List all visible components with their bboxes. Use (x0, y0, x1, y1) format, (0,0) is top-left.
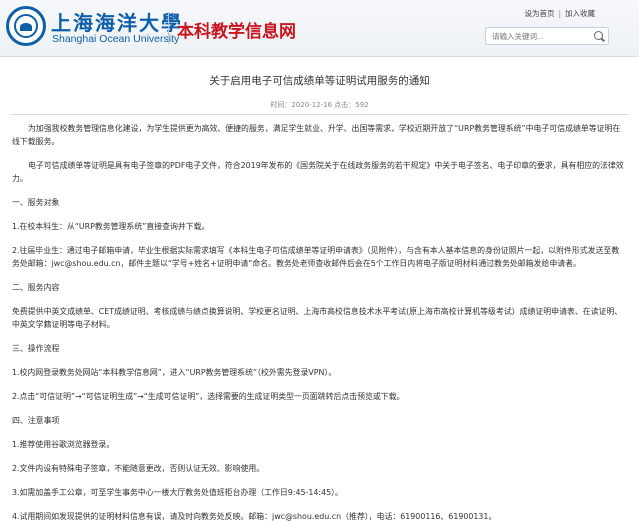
list-item: 2.点击“可信证明”→“可信证明生成”→“生成可信证明”，选择需要的生成证明类型… (12, 390, 627, 403)
article-container: 关于启用电子可信成绩单等证明试用服务的通知 时间：2020-12-16 点击：5… (10, 58, 629, 486)
top-links: 设为首页 | 加入收藏 (524, 8, 595, 19)
university-name-cn[interactable]: 上海海洋大學 (51, 7, 183, 36)
search-box (485, 27, 609, 45)
site-header: 上海海洋大學 Shanghai Ocean University 本科教学信息网… (0, 0, 639, 57)
list-item: 4.试用期间如发现提供的证明材料信息有误，请及时向教务处反映。邮箱：jwc@sh… (12, 510, 627, 523)
university-emblem-icon[interactable] (6, 6, 46, 46)
article-body: 为加强我校教务管理信息化建设，为学生提供更为高效、便捷的服务，满足学生就业、升学… (10, 122, 629, 523)
list-item: 2.往届毕业生：通过电子邮箱申请，毕业生根据实际需求填写《本科生电子可信成绩单等… (12, 244, 627, 270)
list-item: 2.文件内设有特殊电子签章，不能随意更改，否则认证无效、影响使用。 (12, 462, 627, 475)
list-item: 1.推荐使用谷歌浏览器登录。 (12, 438, 627, 451)
list-item: 3.如需加盖手工公章，可至学生事务中心一楼大厅教务处值班柜台办理（工作日9:45… (12, 486, 627, 499)
site-title[interactable]: 本科教学信息网 (177, 17, 296, 42)
link-separator: | (558, 9, 561, 18)
article-meta: 时间：2020-12-16 点击：592 (10, 100, 629, 110)
list-item: 免费提供中英文成绩单、CET成绩证明、考核成绩与绩点换算说明、学校更名证明、上海… (12, 305, 627, 331)
bookmark-link[interactable]: 加入收藏 (565, 9, 595, 18)
section-heading: 四、注意事项 (12, 414, 627, 427)
logo-divider (168, 12, 169, 44)
article-title: 关于启用电子可信成绩单等证明试用服务的通知 (10, 73, 629, 88)
section-heading: 三、操作流程 (12, 342, 627, 355)
legal-paragraph: 电子可信成绩单等证明是具有电子签章的PDF电子文件，符合2019年发布的《国务院… (12, 159, 627, 185)
section-heading: 一、服务对象 (12, 196, 627, 209)
list-item: 1.在校本科生：从“URP教务管理系统”直接查询并下载。 (12, 220, 627, 233)
search-icon[interactable] (594, 31, 603, 40)
intro-paragraph: 为加强我校教务管理信息化建设，为学生提供更为高效、便捷的服务，满足学生就业、升学… (12, 122, 627, 148)
title-divider (10, 114, 629, 115)
section-heading: 二、服务内容 (12, 281, 627, 294)
list-item: 1.校内网登录教务处网站“本科教学信息网”，进入“URP教务管理系统”（校外需先… (12, 366, 627, 379)
university-name-en[interactable]: Shanghai Ocean University (52, 33, 179, 45)
search-input[interactable] (486, 28, 590, 44)
set-homepage-link[interactable]: 设为首页 (524, 9, 554, 18)
